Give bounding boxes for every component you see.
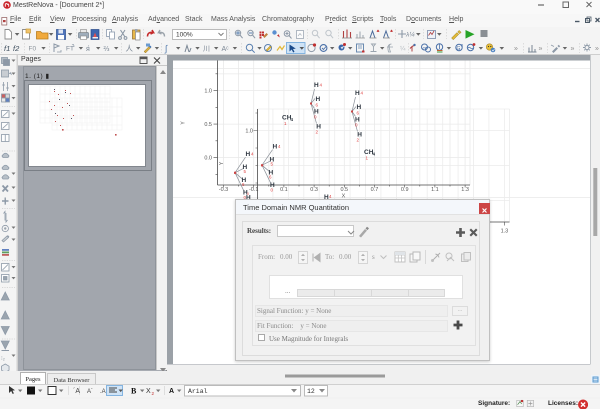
- svg-text:人: 人: [126, 44, 134, 53]
- svg-text:я́: я́: [86, 45, 90, 53]
- svg-text:Aᶜ: Aᶜ: [222, 46, 230, 53]
- svg-text:1.3: 1.3: [461, 187, 469, 193]
- svg-text:0.3: 0.3: [310, 187, 318, 193]
- svg-text:0.9: 0.9: [401, 187, 409, 193]
- svg-text:1.1: 1.1: [431, 187, 439, 193]
- svg-text:G: G: [457, 46, 461, 52]
- svg-text:100%: 100%: [176, 32, 193, 39]
- svg-text:B: B: [131, 387, 137, 396]
- svg-text:X: X: [146, 388, 151, 395]
- svg-text:0.5: 0.5: [340, 187, 348, 193]
- svg-text:»: »: [539, 46, 543, 53]
- svg-text:.A: .A: [100, 389, 106, 395]
- svg-text:12: 12: [307, 388, 315, 395]
- svg-text:1.0: 1.0: [204, 89, 212, 95]
- svg-text:1.3: 1.3: [501, 229, 509, 235]
- svg-text:⁝₂: ⁝₂: [1, 356, 5, 362]
- svg-text:F0: F0: [29, 46, 37, 53]
- svg-text:»: »: [571, 46, 575, 53]
- svg-text:川: 川: [203, 45, 210, 53]
- svg-text:λ¼: λ¼: [405, 32, 415, 39]
- svg-text:A: A: [169, 388, 174, 395]
- svg-text:»: »: [595, 46, 599, 53]
- svg-text:f1: f1: [4, 44, 10, 53]
- svg-text:»: »: [514, 46, 518, 53]
- svg-text:0.0: 0.0: [204, 156, 212, 162]
- svg-text:0.5: 0.5: [204, 122, 212, 128]
- svg-text:0.1: 0.1: [280, 187, 288, 193]
- svg-text:1.0: 1.0: [245, 128, 253, 134]
- svg-text:-0.1: -0.1: [249, 187, 258, 193]
- svg-text:FT: FT: [66, 46, 74, 53]
- svg-text:0.7: 0.7: [371, 187, 379, 193]
- svg-text:¼: ¼: [400, 46, 406, 53]
- svg-text:-0.3: -0.3: [219, 187, 228, 193]
- svg-text:A´: A´: [87, 389, 93, 395]
- svg-text:⅔: ⅔: [104, 46, 110, 53]
- svg-text:Arial: Arial: [188, 388, 208, 395]
- svg-text:G: G: [423, 46, 427, 51]
- svg-text:0: 0: [247, 192, 249, 196]
- svg-text:´A: ´A: [73, 388, 80, 395]
- svg-text:f2: f2: [13, 44, 20, 53]
